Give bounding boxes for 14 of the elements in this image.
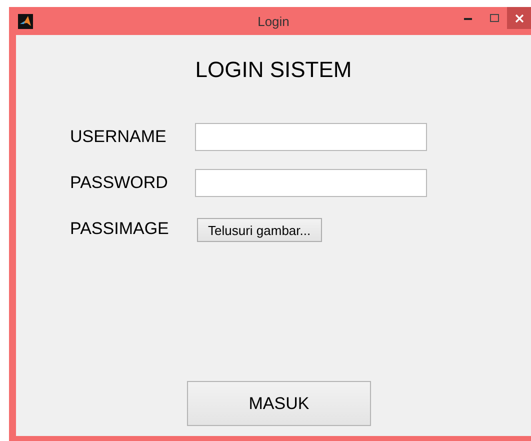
browse-button[interactable]: Telusuri gambar... <box>197 218 322 242</box>
window-title: Login <box>258 14 290 29</box>
app-logo-icon <box>18 14 33 28</box>
close-icon <box>514 14 524 22</box>
form-heading: LOGIN SISTEM <box>195 57 352 83</box>
maximize-icon <box>490 14 498 22</box>
input-field[interactable] <box>195 123 427 151</box>
minimize-icon <box>464 16 472 20</box>
submit-button[interactable]: MASUK <box>187 381 371 426</box>
field-label: PASSIMAGE <box>70 219 169 238</box>
input-field[interactable] <box>195 169 427 197</box>
close-button[interactable] <box>507 7 531 29</box>
field-label: USERNAME <box>70 127 166 146</box>
field-label: PASSWORD <box>70 173 168 192</box>
